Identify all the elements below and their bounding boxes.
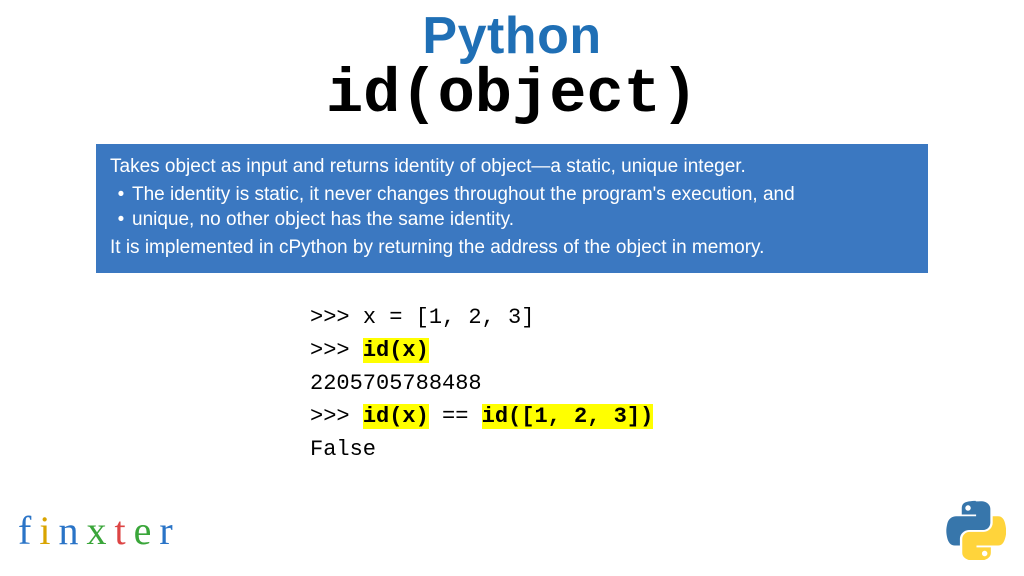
description-bullet-2: unique, no other object has the same ide… bbox=[110, 207, 914, 233]
highlight-id: id bbox=[363, 404, 389, 429]
title-function: id(object) bbox=[0, 64, 1024, 126]
code-line-5: False bbox=[310, 437, 376, 462]
highlight-id: id bbox=[482, 404, 508, 429]
description-outro: It is implemented in cPython by returnin… bbox=[110, 235, 914, 261]
code-example: >>> x = [1, 2, 3] >>> id(x) 220570578848… bbox=[310, 301, 1024, 466]
description-intro: Takes object as input and returns identi… bbox=[110, 154, 914, 180]
description-bullet-1: The identity is static, it never changes… bbox=[110, 182, 914, 208]
highlight-id: id bbox=[363, 338, 389, 363]
title-python: Python bbox=[0, 6, 1024, 66]
description-box: Takes object as input and returns identi… bbox=[96, 144, 928, 273]
code-line-2: >>> id(x) bbox=[310, 338, 429, 363]
title-block: Python id(object) bbox=[0, 0, 1024, 126]
code-line-4: >>> id(x) == id([1, 2, 3]) bbox=[310, 404, 653, 429]
finxter-logo: finxter bbox=[18, 507, 181, 554]
python-logo-icon bbox=[946, 500, 1006, 560]
description-bullets: The identity is static, it never changes… bbox=[110, 182, 914, 233]
code-line-1: >>> x = [1, 2, 3] bbox=[310, 305, 534, 330]
code-line-3: 2205705788488 bbox=[310, 371, 482, 396]
